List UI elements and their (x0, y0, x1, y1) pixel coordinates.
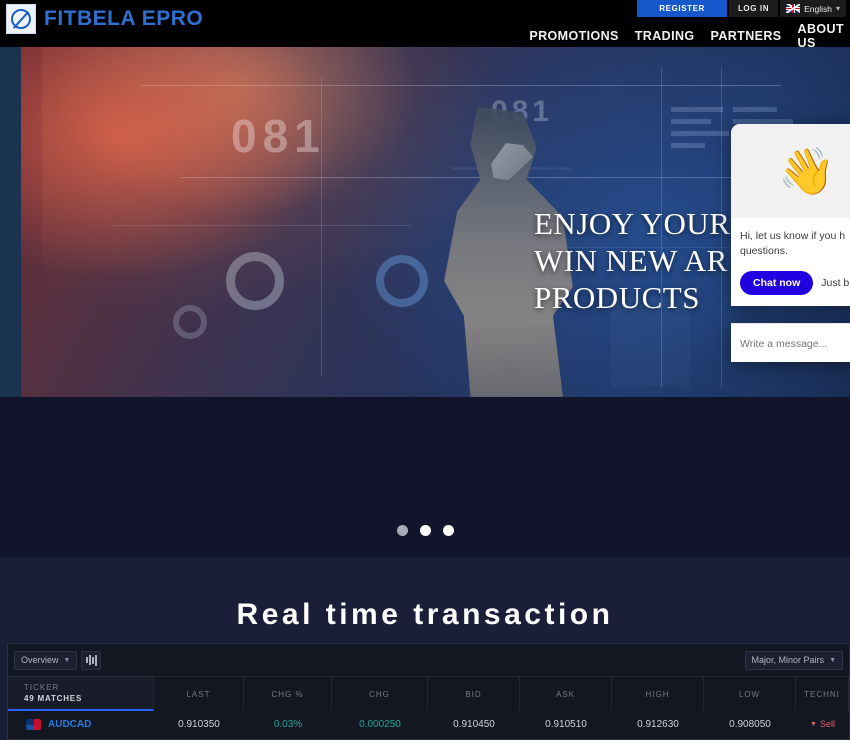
register-button[interactable]: REGISTER (637, 0, 727, 17)
overview-select[interactable]: Overview ▼ (14, 650, 78, 670)
hero-headline: ENJOY YOUR T WIN NEW AR PRODUCTS (534, 205, 758, 316)
hero-headline-line-3: PRODUCTS (534, 280, 700, 315)
carousel-dot-1[interactable] (396, 525, 408, 536)
widget-toolbar-left: Overview ▼ (14, 650, 102, 670)
uk-flag-icon (786, 4, 801, 13)
chat-body: Hi, let us know if you h questions. Chat… (731, 218, 850, 306)
column-header-technical[interactable]: TECHNI (796, 677, 849, 711)
bar-chart-icon[interactable] (81, 650, 102, 670)
ticker-match-count: 49 MATCHES (24, 694, 83, 703)
nav-item-trading[interactable]: TRADING (635, 29, 695, 43)
main-navigation: PROMOTIONS TRADING PARTNERS ABOUT US (529, 22, 844, 50)
column-header-high[interactable]: HIGH (612, 677, 704, 711)
table-header-row: TICKER 49 MATCHES LAST CHG % CHG BID ASK… (8, 676, 849, 711)
column-header-low[interactable]: LOW (704, 677, 796, 711)
brand[interactable]: FITBELA EPRO (6, 4, 203, 34)
overview-select-label: Overview (21, 655, 59, 665)
chevron-down-icon: ▾ (835, 3, 840, 13)
carousel-dots (0, 525, 850, 536)
table-row[interactable]: AUDCAD 0.910350 0.03% 0.000250 0.910450 … (8, 711, 849, 737)
carousel-area (0, 397, 850, 557)
chat-message-input[interactable] (740, 338, 850, 350)
hero-left-rail (0, 47, 21, 397)
column-header-ask[interactable]: ASK (520, 677, 612, 711)
pairs-filter-select[interactable]: Major, Minor Pairs ▼ (744, 650, 843, 670)
chevron-down-icon: ▼ (63, 656, 71, 664)
nav-item-promotions[interactable]: PROMOTIONS (529, 29, 618, 43)
chat-widget: 👋 Hi, let us know if you h questions. Ch… (731, 124, 850, 362)
widget-toolbar: Overview ▼ Major, Minor Pairs ▼ (8, 644, 849, 676)
row-low: 0.908050 (729, 718, 771, 730)
top-actions: REGISTER LOG IN English ▾ (637, 0, 846, 17)
row-symbol[interactable]: AUDCAD (8, 718, 154, 730)
hero-headline-line-2: WIN NEW AR (534, 243, 728, 278)
chat-now-button[interactable]: Chat now (740, 271, 814, 295)
column-header-ticker-label: TICKER (24, 683, 60, 692)
login-button[interactable]: LOG IN (728, 0, 779, 17)
nav-item-about-us[interactable]: ABOUT US (798, 22, 844, 50)
row-chg: 0.000250 (359, 718, 401, 730)
site-header: FITBELA EPRO REGISTER LOG IN English ▾ P… (0, 0, 850, 50)
row-bid: 0.910450 (453, 718, 495, 730)
sell-arrow-icon: ▼ (810, 720, 817, 728)
language-label: English (804, 3, 832, 14)
row-high: 0.912630 (637, 718, 679, 730)
hero-headline-line-1: ENJOY YOUR T (534, 206, 758, 241)
column-header-chg[interactable]: CHG (332, 677, 428, 711)
row-last: 0.910350 (178, 718, 220, 730)
column-header-chg-percent[interactable]: CHG % (244, 677, 332, 711)
row-technical-label: Sell (819, 719, 835, 729)
chat-actions: Chat now Just br (740, 271, 850, 295)
carousel-dot-3[interactable] (442, 525, 454, 536)
row-symbol-label: AUDCAD (48, 718, 92, 730)
hero-banner: 081 081 ENJOY YOUR T (0, 47, 850, 397)
nav-item-partners[interactable]: PARTNERS (711, 29, 782, 43)
just-browsing-button[interactable]: Just br (821, 277, 850, 289)
waving-hand-icon: 👋 (778, 145, 836, 197)
pairs-filter-label: Major, Minor Pairs (751, 655, 825, 665)
language-switcher[interactable]: English ▾ (780, 0, 846, 17)
column-header-bid[interactable]: BID (428, 677, 520, 711)
chat-input-wrap (731, 323, 850, 362)
column-header-ticker[interactable]: TICKER 49 MATCHES (8, 677, 154, 711)
row-ask: 0.910510 (545, 718, 587, 730)
chevron-down-icon: ▼ (829, 656, 836, 664)
chat-card: 👋 Hi, let us know if you h questions. Ch… (731, 124, 850, 306)
carousel-dot-2[interactable] (419, 525, 431, 536)
chat-message-line-2: questions. (740, 245, 788, 257)
audcad-flag-icon (26, 718, 41, 730)
logo-icon (6, 4, 36, 34)
row-chg-percent: 0.03% (273, 718, 303, 730)
chat-message-line-1: Hi, let us know if you h (740, 230, 846, 242)
brand-name: FITBELA EPRO (44, 7, 204, 30)
chat-hero: 👋 (731, 124, 850, 218)
market-overview-widget: Overview ▼ Major, Minor Pairs ▼ TICKER 4… (7, 643, 850, 740)
row-technical: ▼ Sell (796, 719, 849, 729)
section-title: Real time transaction (236, 598, 614, 631)
column-header-last[interactable]: LAST (154, 677, 244, 711)
page-root: FITBELA EPRO REGISTER LOG IN English ▾ P… (0, 0, 850, 740)
